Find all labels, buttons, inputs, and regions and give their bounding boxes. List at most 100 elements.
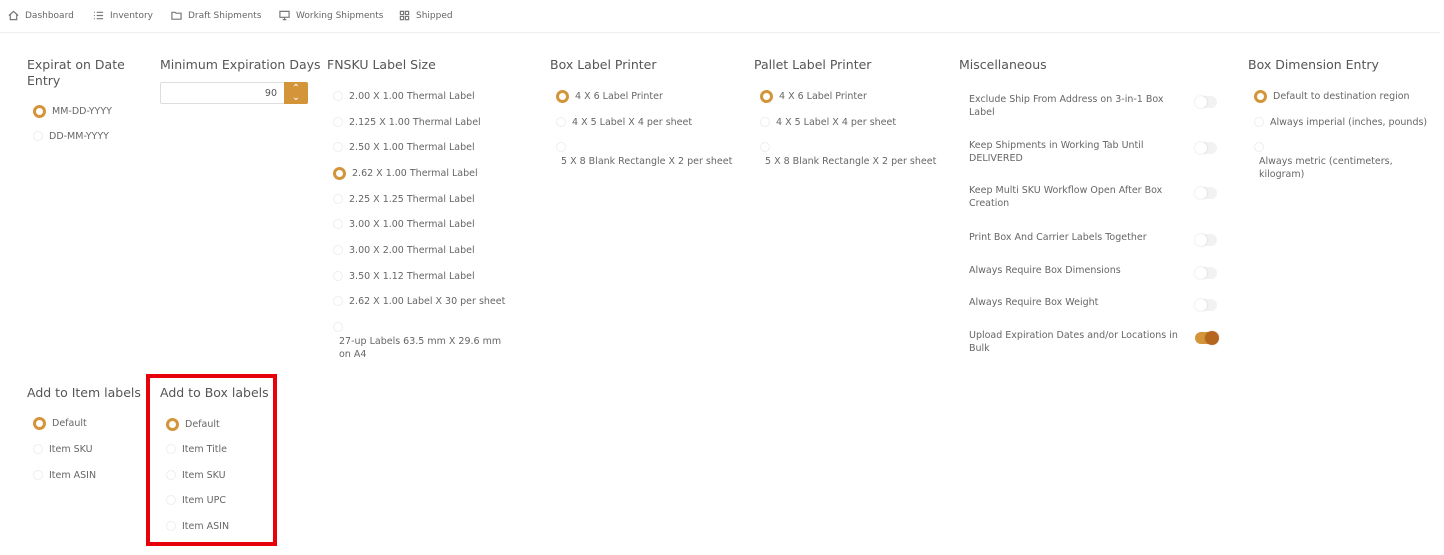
box-printer-option-4x6[interactable]: 4 X 6 Label Printer	[556, 90, 663, 103]
misc-toggle[interactable]	[1195, 299, 1217, 311]
fnsku-option[interactable]: 2.50 X 1.00 Thermal Label	[333, 141, 475, 154]
radio-icon	[333, 271, 343, 281]
list-icon	[93, 11, 104, 20]
radio-label: 5 X 8 Blank Rectangle X 2 per sheet	[765, 156, 937, 167]
divider	[0, 32, 1440, 33]
box-dim-option-default[interactable]: Default to destination region	[1254, 90, 1410, 103]
nav-inventory[interactable]: Inventory	[93, 10, 153, 21]
radio-label: 27-up Labels 63.5 mm X 29.6 mm on A4	[339, 336, 502, 360]
radio-label: Default to destination region	[1273, 91, 1410, 102]
radio-icon	[33, 444, 43, 454]
nav-draft-shipments[interactable]: Draft Shipments	[171, 10, 261, 21]
item-labels-option-asin[interactable]: Item ASIN	[33, 469, 96, 482]
radio-label: 3.00 X 2.00 Thermal Label	[349, 245, 475, 256]
pallet-printer-title: Pallet Label Printer	[754, 57, 872, 72]
number-stepper[interactable]: ⌃ ⌄	[284, 82, 308, 104]
fnsku-option[interactable]: 3.00 X 2.00 Thermal Label	[333, 244, 475, 257]
fnsku-option[interactable]: 2.62 X 1.00 Label X 30 per sheet	[333, 295, 505, 308]
radio-label: MM-DD-YYYY	[52, 106, 112, 117]
misc-toggle[interactable]	[1195, 267, 1217, 279]
fnsku-option[interactable]: 2.00 X 1.00 Thermal Label	[333, 90, 475, 103]
box-dim-title: Box Dimension Entry	[1248, 57, 1379, 72]
radio-icon	[333, 219, 343, 229]
fnsku-option[interactable]: 3.50 X 1.12 Thermal Label	[333, 270, 475, 283]
radio-label: Default	[52, 418, 87, 429]
radio-label: 2.125 X 1.00 Thermal Label	[349, 117, 481, 128]
toggle-knob	[1205, 331, 1219, 345]
radio-icon	[333, 117, 343, 127]
monitor-icon	[279, 10, 290, 21]
nav-label: Draft Shipments	[188, 10, 262, 21]
radio-icon	[1254, 142, 1264, 152]
expiration-title: Expirat on Date Entry	[27, 57, 125, 88]
radio-icon	[33, 131, 43, 141]
radio-icon	[556, 142, 566, 152]
radio-icon	[760, 142, 770, 152]
misc-option-label: Print Box And Carrier Labels Together	[969, 232, 1147, 243]
nav-dashboard[interactable]: Dashboard	[8, 10, 74, 21]
radio-icon	[333, 322, 343, 332]
radio-label: 2.00 X 1.00 Thermal Label	[349, 91, 475, 102]
expiration-option-mm[interactable]: MM-DD-YYYY	[33, 105, 112, 118]
radio-icon	[33, 470, 43, 480]
misc-toggle[interactable]	[1195, 96, 1217, 108]
radio-label: 5 X 8 Blank Rectangle X 2 per sheet	[561, 156, 733, 167]
radio-icon	[333, 91, 343, 101]
radio-label: Item ASIN	[49, 470, 97, 481]
folder-icon	[171, 11, 182, 20]
radio-label: DD-MM-YYYY	[49, 131, 109, 142]
box-dim-option-metric[interactable]: Always metric (centimeters, kilogram)	[1254, 141, 1434, 181]
radio-icon	[333, 142, 343, 152]
misc-option-label: Always Require Box Dimensions	[969, 265, 1121, 276]
item-labels-option-default[interactable]: Default	[33, 417, 87, 430]
misc-toggle[interactable]	[1195, 187, 1217, 199]
toggle-knob	[1195, 96, 1207, 108]
radio-selected-icon	[33, 417, 46, 430]
pallet-printer-option-5x8[interactable]: 5 X 8 Blank Rectangle X 2 per sheet	[760, 141, 940, 168]
radio-icon	[1254, 117, 1264, 127]
radio-label: 4 X 5 Label X 4 per sheet	[572, 117, 693, 128]
misc-option-label: Exclude Ship From Address on 3-in-1 Box …	[969, 94, 1164, 118]
misc-toggle[interactable]	[1195, 142, 1217, 154]
min-exp-title: Minimum Expiration Days	[160, 57, 321, 72]
min-exp-value: 90	[264, 88, 277, 99]
radio-label: 4 X 5 Label X 4 per sheet	[776, 117, 897, 128]
radio-label: Item SKU	[49, 444, 93, 455]
nav-label: Working Shipments	[296, 10, 384, 21]
toggle-knob	[1195, 267, 1207, 279]
pallet-printer-option-4x5[interactable]: 4 X 5 Label X 4 per sheet	[760, 116, 896, 129]
fnsku-option[interactable]: 2.125 X 1.00 Thermal Label	[333, 116, 481, 129]
nav-label: Inventory	[110, 10, 153, 21]
radio-label: 4 X 6 Label Printer	[779, 91, 867, 102]
box-dim-option-imperial[interactable]: Always imperial (inches, pounds)	[1254, 116, 1427, 129]
chevron-down-icon[interactable]: ⌄	[284, 93, 308, 103]
radio-label: 3.00 X 1.00 Thermal Label	[349, 219, 475, 230]
fnsku-option[interactable]: 2.25 X 1.25 Thermal Label	[333, 193, 475, 206]
item-labels-option-sku[interactable]: Item SKU	[33, 443, 93, 456]
fnsku-option[interactable]: 27-up Labels 63.5 mm X 29.6 mm on A4	[333, 321, 513, 361]
expiration-option-dd[interactable]: DD-MM-YYYY	[33, 130, 109, 143]
radio-label: 2.50 X 1.00 Thermal Label	[349, 142, 475, 153]
nav-label: Shipped	[416, 10, 453, 21]
toggle-knob	[1195, 299, 1207, 311]
misc-toggle[interactable]	[1195, 331, 1219, 345]
misc-toggle[interactable]	[1195, 234, 1217, 246]
home-icon	[8, 10, 19, 21]
box-printer-option-4x5[interactable]: 4 X 5 Label X 4 per sheet	[556, 116, 692, 129]
box-printer-option-5x8[interactable]: 5 X 8 Blank Rectangle X 2 per sheet	[556, 141, 736, 168]
misc-option-label: Upload Expiration Dates and/or Locations…	[969, 330, 1178, 354]
radio-label: Always imperial (inches, pounds)	[1270, 117, 1428, 128]
radio-selected-icon	[33, 105, 46, 118]
fnsku-option[interactable]: 3.00 X 1.00 Thermal Label	[333, 218, 475, 231]
nav-working-shipments[interactable]: Working Shipments	[279, 10, 383, 21]
radio-selected-icon	[556, 90, 569, 103]
radio-icon	[333, 194, 343, 204]
radio-icon	[333, 245, 343, 255]
radio-label: 2.25 X 1.25 Thermal Label	[349, 194, 475, 205]
radio-icon	[333, 296, 343, 306]
pallet-printer-option-4x6[interactable]: 4 X 6 Label Printer	[760, 90, 867, 103]
min-exp-input[interactable]: 90 ⌃ ⌄	[160, 82, 308, 104]
misc-title: Miscellaneous	[959, 57, 1047, 72]
nav-shipped[interactable]: Shipped	[399, 10, 453, 21]
fnsku-option[interactable]: 2.62 X 1.00 Thermal Label	[333, 167, 478, 180]
